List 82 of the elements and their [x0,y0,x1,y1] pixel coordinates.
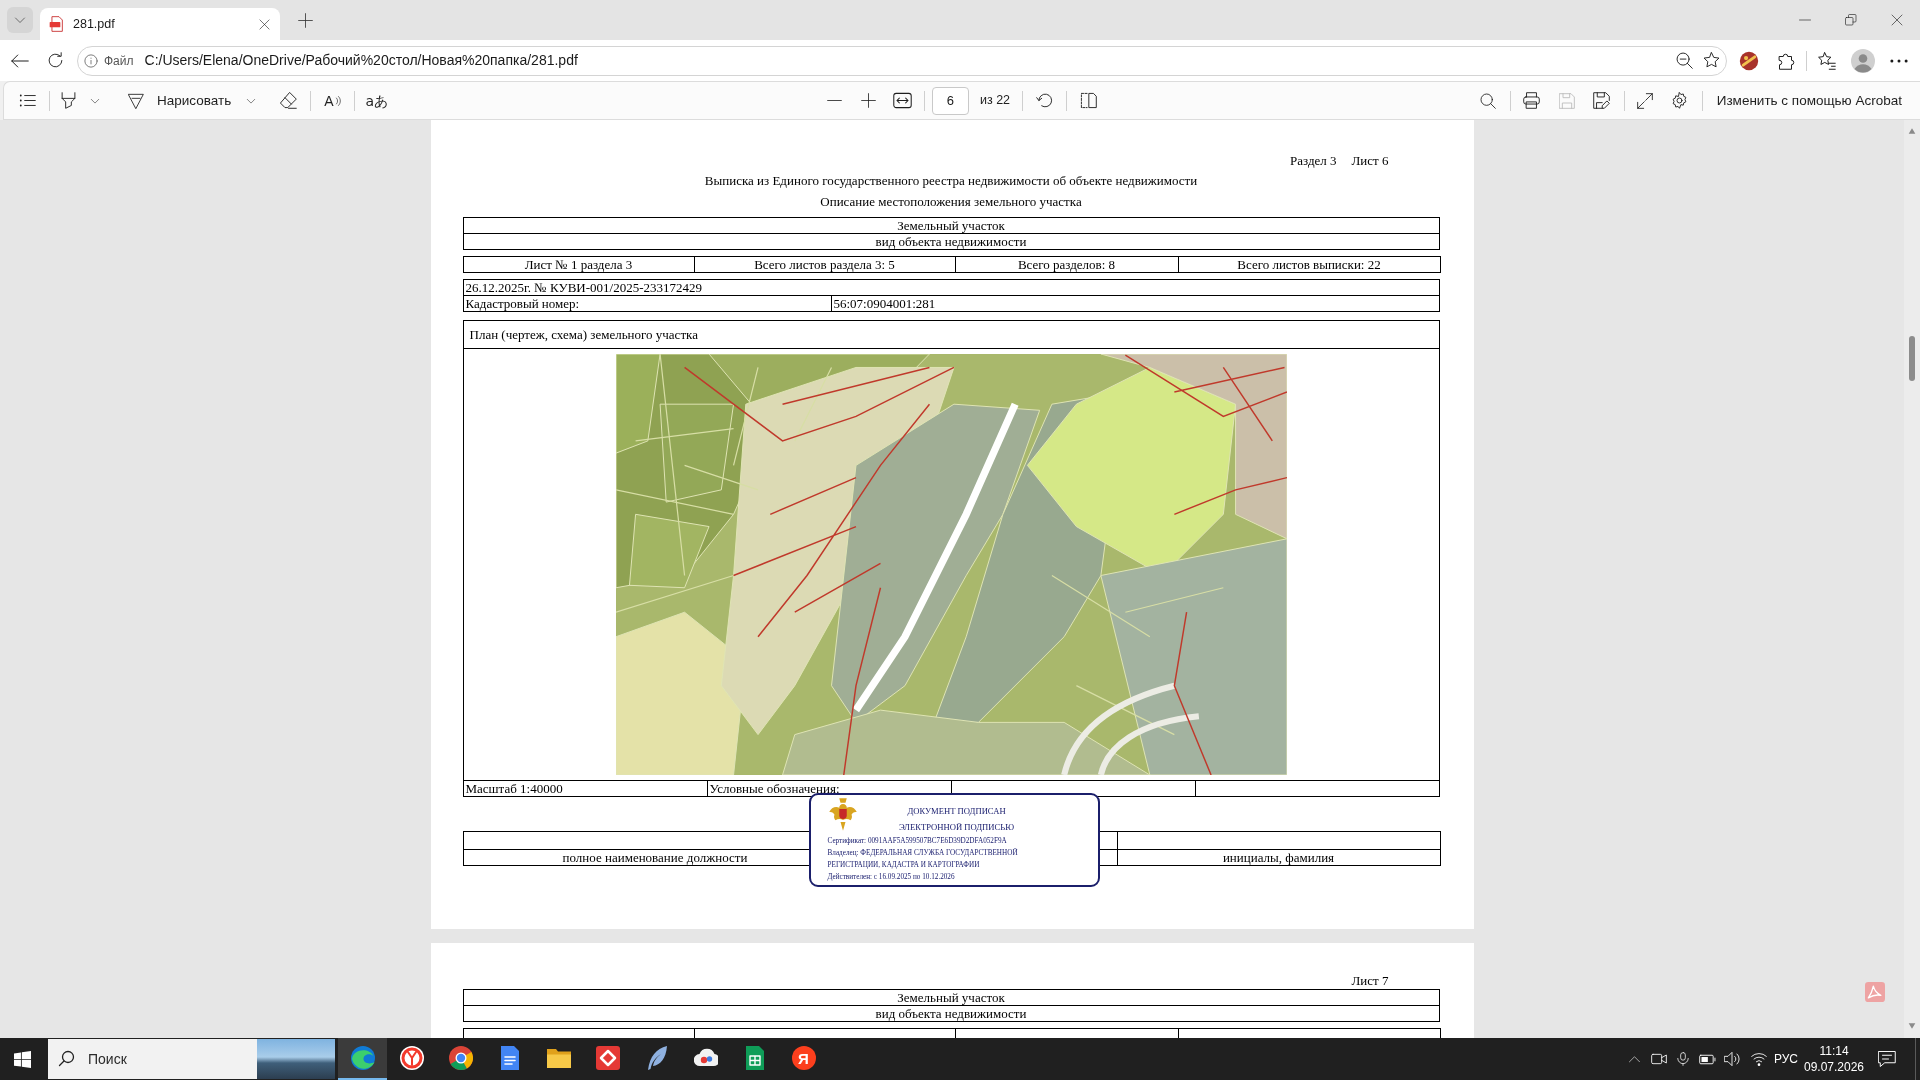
clock-time: 11:14 [1819,1043,1849,1059]
print-icon[interactable] [1522,92,1540,109]
favorite-star-icon[interactable] [1703,52,1720,69]
cadastral-label-cell: Кадастровый номер: [463,295,831,312]
contents-list-icon[interactable] [19,92,36,109]
search-icon[interactable] [48,1039,88,1079]
object-type-caption: вид объекта недвижимости [463,233,1439,250]
favorites-icon[interactable] [1818,51,1836,70]
zoom-out-icon[interactable] [1676,52,1693,69]
new-tab-icon[interactable] [298,12,313,28]
swirl-app-icon [350,1046,375,1070]
language-indicator[interactable]: РУС [1773,1050,1798,1068]
scale-cell: Масштаб 1:40000 [463,780,707,797]
back-arrow-icon[interactable] [11,51,29,70]
search-icon[interactable] [1479,92,1496,109]
page-view-icon[interactable] [1080,92,1098,109]
clock-date: 09.07.2026 [1803,1059,1865,1075]
chevron-up-icon[interactable] [1628,1053,1640,1065]
emblem-icon [827,797,858,832]
wifi-icon[interactable] [1750,1051,1767,1067]
plan-title: План (чертеж, схема) земельного участка [463,321,1439,349]
read-aloud-button[interactable]: A [324,93,341,108]
sheet-info-cell: Всего разделов: 8 [955,256,1178,273]
sheet-info-cell: Всего листов выписки: 22 [1178,256,1440,273]
diamond-app-icon [595,1046,620,1070]
object-type-cell: Земельный участок [463,217,1439,234]
scroll-up-icon[interactable] [1908,127,1916,135]
object-type-cell: Земельный участок [463,989,1439,1006]
sheet-label: Лист 7 [1351,973,1389,988]
speaker-icon[interactable] [1723,1051,1740,1067]
microphone-icon[interactable] [1675,1052,1690,1066]
sheet-label: Лист 6 [1351,153,1389,168]
taskbar-app-button[interactable]: Я [779,1038,828,1080]
start-menu-icon[interactable] [14,1050,31,1068]
close-icon[interactable] [259,18,270,30]
profile-avatar-icon[interactable] [1851,48,1875,73]
refresh-icon[interactable] [47,52,64,69]
address-field[interactable]: Файл C:/Users/Elena/OneDrive/Рабочий%20стол/Новая%20папка/281.pdf [77,45,1727,76]
sheet-info-cell: Лист № 1 раздела 3 [463,256,694,273]
zoom-in-plus-icon[interactable] [860,93,876,108]
sound-waves-icon [334,95,341,106]
document-subtitle: Описание местоположения земельного участка [819,194,1083,209]
url-text: C:/Users/Elena/OneDrive/Рабочий%20стол/Новая%20папка/281.pdf [144,51,578,70]
scrollbar-thumb[interactable] [1909,336,1915,381]
edit-in-acrobat-button[interactable]: Изменить с помощью Acrobat [1708,87,1910,114]
page-number-field[interactable]: 6 [931,86,969,115]
ring-app-icon [399,1046,424,1070]
notification-icon[interactable] [1878,1050,1896,1068]
restore-icon[interactable] [1845,14,1857,26]
scroll-down-icon[interactable] [1908,1022,1916,1030]
tricolor-circle-icon [448,1046,473,1070]
folder-icon [546,1046,571,1070]
search-field[interactable]: Поиск [88,1039,257,1079]
name-caption-cell: инициалы, фамилия [1117,849,1440,866]
extension-icon[interactable] [1739,50,1759,71]
pdf-file-icon [49,16,65,32]
camera-icon[interactable] [1650,1051,1667,1067]
highlighter-icon[interactable] [60,92,77,109]
object-type-caption: вид объекта недвижимости [463,1005,1439,1022]
record-number-cell: 26.12.2025г. № КУВИ-001/2025-233172429 [463,279,1439,296]
translate-button[interactable]: aあ [365,93,389,108]
fullscreen-icon[interactable] [1636,92,1653,109]
eraser-icon[interactable] [280,92,298,109]
fit-width-icon[interactable] [892,91,912,110]
save-as-icon[interactable] [1592,92,1610,109]
puzzle-icon[interactable] [1778,51,1796,70]
document-title: Выписка из Единого государственного реестра недвижимости об объекте недвижимости [703,173,1199,188]
stamp-heading: ДОКУМЕНТ ПОДПИСАН ЭЛЕКТРОННОЙ ПОДПИСЬЮ [898,805,1015,834]
page-count-label: из 22 [979,92,1011,110]
letter-app-icon: Я [791,1046,816,1070]
settings-icon[interactable] [1670,92,1688,109]
section-label: Раздел 3 [1290,153,1337,168]
site-info-button[interactable]: Файл [84,53,134,68]
rotate-icon[interactable] [1036,92,1054,109]
info-icon [84,53,98,68]
draw-button[interactable]: Нарисовать [128,92,257,109]
cadastral-number-cell: 56:07:0904001:281 [831,295,1439,312]
browser-tab[interactable]: 281.pdf [40,8,280,40]
sheet-info-cell: Всего листов раздела 3: 5 [694,256,955,273]
chevron-down-icon [14,14,26,26]
close-icon[interactable] [1891,14,1903,26]
pen-icon [128,92,144,109]
